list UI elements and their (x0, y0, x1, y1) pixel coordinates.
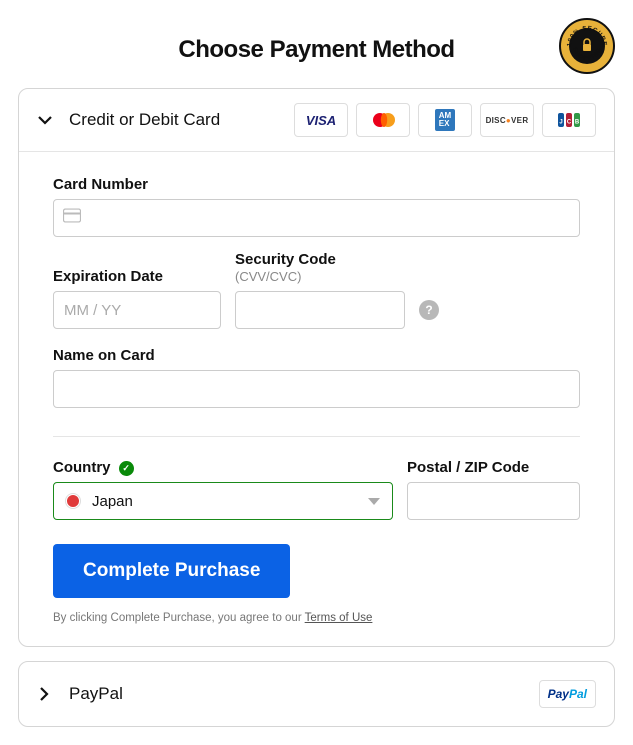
svg-text:J: J (559, 120, 562, 126)
expiration-label: Expiration Date (53, 268, 221, 285)
name-on-card-label: Name on Card (53, 347, 580, 364)
country-select[interactable]: Japan (53, 482, 393, 520)
security-code-label: Security Code (CVV/CVC) (235, 251, 405, 285)
paypal-panel-title: PayPal (69, 684, 539, 704)
complete-purchase-button[interactable]: Complete Purchase (53, 544, 290, 598)
svg-text:B: B (575, 120, 580, 126)
terms-of-use-link[interactable]: Terms of Use (305, 612, 373, 624)
chevron-right-icon (37, 687, 57, 701)
country-value: Japan (92, 493, 368, 510)
jcb-logo: JCB (542, 103, 596, 137)
credit-card-panel: Credit or Debit Card VISA AMEX DISC●VER … (18, 88, 615, 647)
page-title: Choose Payment Method (178, 36, 454, 64)
page-header: Choose Payment Method ★ 100% SECURE ★ SH… (18, 18, 615, 64)
checkmark-icon: ✓ (119, 461, 134, 476)
security-code-input[interactable] (235, 291, 405, 329)
paypal-panel[interactable]: PayPal PayPal (18, 661, 615, 727)
postal-input[interactable] (407, 482, 580, 520)
chevron-down-icon (37, 112, 57, 128)
mastercard-logo (356, 103, 410, 137)
expiration-input[interactable] (53, 291, 221, 329)
japan-flag-icon (66, 494, 80, 508)
country-label: Country ✓ (53, 459, 393, 476)
paypal-logo: PayPal (539, 680, 596, 708)
dropdown-icon (368, 498, 380, 505)
visa-logo: VISA (294, 103, 348, 137)
discover-logo: DISC●VER (480, 103, 534, 137)
form-divider (53, 436, 580, 437)
card-number-label: Card Number (53, 176, 580, 193)
credit-card-form: Card Number Expiration Date Security Cod… (19, 152, 614, 646)
card-number-input[interactable] (53, 199, 580, 237)
amex-logo: AMEX (418, 103, 472, 137)
credit-card-panel-header[interactable]: Credit or Debit Card VISA AMEX DISC●VER … (19, 89, 614, 152)
secure-shopping-badge: ★ 100% SECURE ★ SHOPPING (559, 18, 615, 79)
svg-text:C: C (567, 120, 572, 126)
card-brand-logos: VISA AMEX DISC●VER JCB (294, 103, 596, 137)
security-code-help-icon[interactable]: ? (419, 300, 439, 320)
card-icon (63, 209, 81, 228)
credit-card-panel-title: Credit or Debit Card (69, 110, 294, 130)
postal-label: Postal / ZIP Code (407, 459, 580, 476)
terms-text: By clicking Complete Purchase, you agree… (53, 612, 580, 624)
name-on-card-input[interactable] (53, 370, 580, 408)
